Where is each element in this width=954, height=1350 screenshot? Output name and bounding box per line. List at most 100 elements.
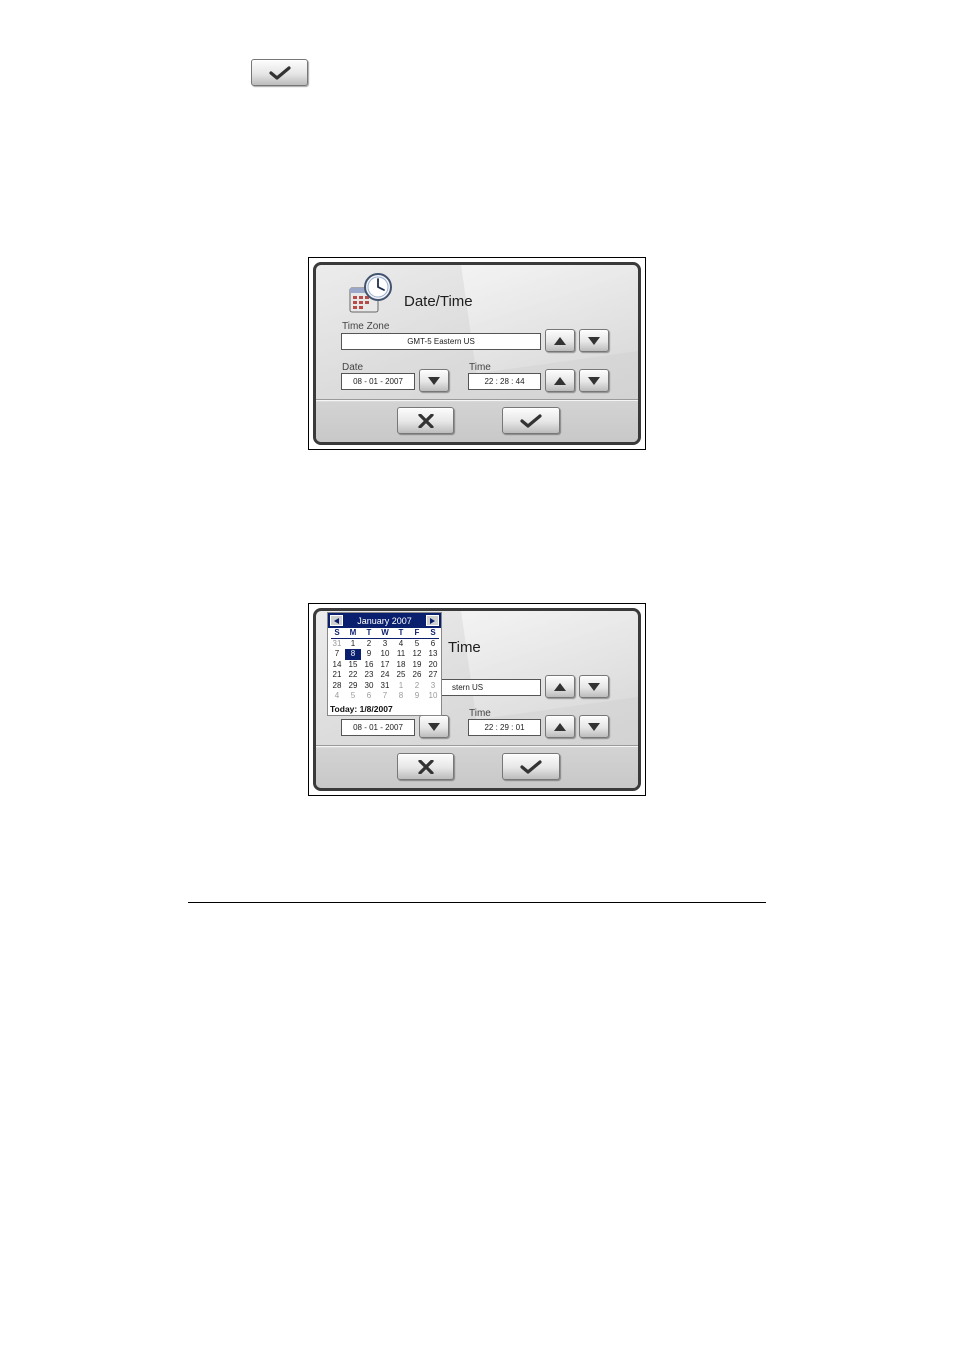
calendar-day[interactable]: 13 (425, 649, 441, 659)
footer-separator (316, 745, 638, 746)
calendar-day[interactable]: 5 (409, 639, 425, 649)
time-zone-down-button[interactable] (579, 329, 609, 352)
arrow-down-icon (588, 336, 600, 345)
date-dropdown-button[interactable] (419, 715, 449, 738)
calendar-day[interactable]: 15 (345, 660, 361, 670)
time-down-button[interactable] (579, 715, 609, 738)
calendar-day[interactable]: 30 (361, 681, 377, 691)
calendar-day[interactable]: 7 (329, 649, 345, 659)
arrow-up-icon (554, 722, 566, 731)
time-up-button[interactable] (545, 715, 575, 738)
date-time-dialog: Date/Time Time Zone GMT-5 Eastern US Dat… (308, 257, 646, 450)
calendar-day[interactable]: 14 (329, 660, 345, 670)
dialog-footer (316, 402, 638, 442)
horizontal-rule (188, 902, 766, 903)
calendar-weekday: S (430, 628, 436, 637)
calendar-day[interactable]: 22 (345, 670, 361, 680)
calendar-prev-button[interactable] (330, 615, 343, 626)
calendar-day[interactable]: 3 (425, 681, 441, 691)
calendar-day[interactable]: 4 (393, 639, 409, 649)
calendar-day[interactable]: 2 (409, 681, 425, 691)
calendar-day[interactable]: 28 (329, 681, 345, 691)
time-zone-down-button[interactable] (579, 675, 609, 698)
calendar-day[interactable]: 31 (329, 639, 345, 649)
calendar-day[interactable]: 21 (329, 670, 345, 680)
calendar-day[interactable]: 2 (361, 639, 377, 649)
ok-button-standalone[interactable] (251, 59, 308, 86)
calendar-day-selected[interactable]: 8 (345, 649, 361, 660)
time-field[interactable]: 22 : 28 : 44 (468, 373, 541, 390)
arrow-up-icon (554, 376, 566, 385)
calendar-weekday: M (349, 628, 357, 637)
time-zone-up-button[interactable] (545, 675, 575, 698)
calendar-day[interactable]: 12 (409, 649, 425, 659)
calendar-day[interactable]: 5 (345, 691, 361, 701)
calendar-day[interactable]: 8 (393, 691, 409, 701)
calendar-month-year: January 2007 (357, 615, 412, 626)
time-zone-value: stern US (452, 683, 484, 692)
calendar-day[interactable]: 19 (409, 660, 425, 670)
bezel-sheen (459, 265, 638, 374)
arrow-down-icon (588, 376, 600, 385)
cancel-button[interactable] (397, 753, 454, 780)
dialog-bezel: Date/Time Time Zone GMT-5 Eastern US Dat… (313, 262, 641, 445)
date-time-dialog-calendar-open: Time stern US 08 - 01 - 2007 Time 22 : 2… (308, 603, 646, 796)
checkmark-icon (520, 759, 542, 774)
calendar-day[interactable]: 6 (425, 639, 441, 649)
time-up-button[interactable] (545, 369, 575, 392)
checkmark-icon (268, 65, 291, 80)
calendar-day[interactable]: 23 (361, 670, 377, 680)
calendar-next-button[interactable] (425, 615, 439, 626)
time-zone-label: Time Zone (342, 321, 390, 332)
calendar-day[interactable]: 1 (393, 681, 409, 691)
calendar-day[interactable]: 20 (425, 660, 441, 670)
arrow-down-icon (588, 722, 600, 731)
calendar-today-label[interactable]: Today: 1/8/2007 (328, 701, 441, 717)
calendar-day[interactable]: 3 (377, 639, 393, 649)
calendar-day[interactable]: 9 (409, 691, 425, 701)
calendar-day[interactable]: 10 (377, 649, 393, 659)
calendar-day[interactable]: 31 (377, 681, 393, 691)
time-zone-up-button[interactable] (545, 329, 575, 352)
checkmark-icon (520, 413, 542, 428)
calendar-day[interactable]: 6 (361, 691, 377, 701)
ok-button[interactable] (502, 753, 560, 780)
dialog-footer (316, 748, 638, 788)
calendar-day[interactable]: 9 (361, 649, 377, 659)
calendar-day[interactable]: 29 (345, 681, 361, 691)
calendar-weekday: W (381, 628, 389, 637)
calendar-day[interactable]: 1 (345, 639, 361, 649)
calendar-weekday: T (398, 628, 404, 637)
calendar-popup: January 2007 S M T W T F S 31 1 2 3 4 5 6 7 8 9 10 11 12 13 1… (327, 612, 442, 716)
calendar-day[interactable]: 4 (329, 691, 345, 701)
calendar-weekday: S (334, 628, 340, 637)
time-down-button[interactable] (579, 369, 609, 392)
ok-button[interactable] (502, 407, 560, 434)
date-field[interactable]: 08 - 01 - 2007 (341, 373, 415, 390)
calendar-day[interactable]: 16 (361, 660, 377, 670)
calendar-day[interactable]: 24 (377, 670, 393, 680)
calendar-day[interactable]: 10 (425, 691, 441, 701)
calendar-weekday: F (414, 628, 420, 637)
date-field[interactable]: 08 - 01 - 2007 (341, 719, 415, 736)
date-label: Date (342, 362, 364, 373)
calendar-day[interactable]: 11 (393, 649, 409, 659)
calendar-day[interactable]: 25 (393, 670, 409, 680)
bezel-sheen (459, 611, 638, 720)
arrow-down-icon (588, 682, 600, 691)
time-field[interactable]: 22 : 29 : 01 (468, 719, 541, 736)
calendar-grid: S M T W T F S 31 1 2 3 4 5 6 7 8 9 10 11 12 13 14 15 16 17 18 19 20… (329, 628, 441, 701)
cancel-button[interactable] (397, 407, 454, 434)
date-time-icon (349, 273, 392, 313)
calendar-day[interactable]: 27 (425, 670, 441, 680)
arrow-down-icon (428, 722, 440, 731)
calendar-header: January 2007 (328, 613, 441, 628)
date-dropdown-button[interactable] (419, 369, 449, 392)
calendar-day[interactable]: 7 (377, 691, 393, 701)
calendar-day[interactable]: 18 (393, 660, 409, 670)
calendar-day[interactable]: 26 (409, 670, 425, 680)
calendar-day[interactable]: 17 (377, 660, 393, 670)
time-zone-field[interactable]: GMT-5 Eastern US (341, 333, 541, 350)
close-icon (417, 759, 434, 774)
arrow-down-icon (428, 376, 440, 385)
